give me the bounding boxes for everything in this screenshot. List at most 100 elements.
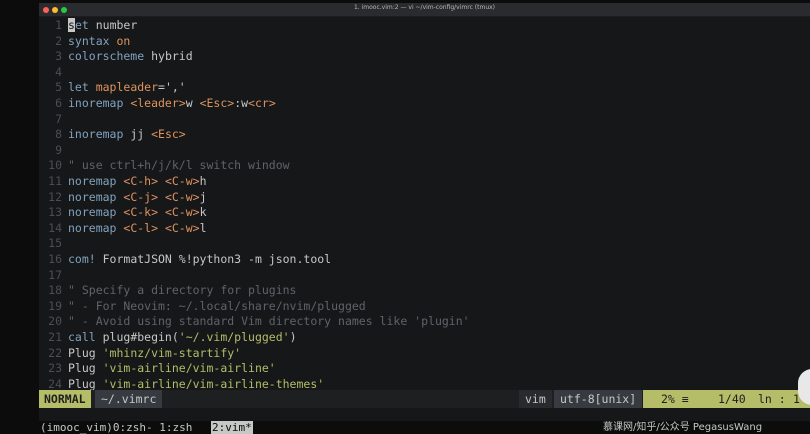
code-line[interactable]: 18 " Specify a directory for plugins bbox=[39, 283, 810, 299]
code-line[interactable]: 8 inoremap jj <Esc> bbox=[39, 127, 810, 143]
line-text: Plug 'mhinz/vim-startify' bbox=[68, 346, 241, 362]
line-number: 9 bbox=[55, 142, 62, 157]
code-token: 'mhinz/vim-startify' bbox=[102, 345, 242, 360]
code-token: <C-h> bbox=[123, 174, 159, 188]
code-token: =',' bbox=[158, 80, 186, 95]
line-number: 12 bbox=[48, 189, 62, 204]
line-number: 4 bbox=[55, 64, 62, 79]
code-token: h bbox=[199, 174, 207, 188]
code-line[interactable]: 9 bbox=[39, 143, 810, 159]
tmux-session-windows[interactable]: (imooc_vim)0:zsh- 1:zsh bbox=[40, 421, 199, 434]
line-number: 6 bbox=[55, 96, 62, 110]
line-number: 2 bbox=[55, 33, 62, 48]
code-line[interactable]: 10 " use ctrl+h/j/k/l switch window bbox=[39, 158, 810, 174]
line-text: Plug 'vim-airline/vim-airline' bbox=[68, 361, 276, 377]
code-token: call bbox=[68, 330, 103, 344]
line-number: 20 bbox=[48, 314, 62, 329]
code-token: <C-w> bbox=[164, 189, 200, 204]
code-token: <C-k> bbox=[123, 205, 159, 220]
code-line[interactable]: 3 colorscheme hybrid bbox=[39, 49, 810, 65]
code-token: l bbox=[199, 220, 207, 235]
line-text: noremap <C-l> <C-w>l bbox=[68, 221, 207, 237]
line-text: noremap <C-k> <C-w>k bbox=[68, 205, 207, 221]
code-token: <leader> bbox=[130, 96, 186, 110]
code-line[interactable]: 12 noremap <C-j> <C-w>j bbox=[39, 190, 810, 206]
screen: 1. imooc.vim:2 — vi ~/vim-config/vimrc (… bbox=[0, 0, 810, 434]
code-token: plug#begin( bbox=[102, 330, 179, 344]
code-line[interactable]: 4 bbox=[39, 65, 810, 81]
code-line[interactable]: 7 bbox=[39, 112, 810, 128]
code-line[interactable]: 21 call plug#begin('~/.vim/plugged') bbox=[39, 330, 810, 346]
code-line[interactable]: 13 noremap <C-k> <C-w>k bbox=[39, 205, 810, 221]
code-token: '~/.vim/plugged' bbox=[178, 330, 290, 344]
code-token: <C-j> bbox=[123, 189, 159, 204]
code-token: jj bbox=[130, 127, 152, 142]
code-token: Plug bbox=[68, 361, 103, 376]
code-token: inoremap bbox=[68, 96, 131, 110]
code-line[interactable]: 6 inoremap <leader>w <Esc>:w<cr> bbox=[39, 96, 810, 112]
line-text: noremap <C-h> <C-w>h bbox=[68, 174, 207, 190]
line-number: 11 bbox=[48, 174, 62, 188]
line-number: 18 bbox=[48, 283, 62, 298]
code-token: com! bbox=[68, 252, 103, 266]
code-token: <C-w> bbox=[164, 205, 200, 220]
line-number: 1 bbox=[55, 18, 62, 32]
code-token: 'vim-airline/vim-airline' bbox=[102, 361, 276, 376]
code-line[interactable]: 19 " - For Neovim: ~/.local/share/nvim/pl… bbox=[39, 299, 810, 315]
code-token: colorscheme bbox=[68, 49, 152, 64]
code-line[interactable]: 1 set number bbox=[39, 18, 810, 34]
code-line[interactable]: 11 noremap <C-h> <C-w>h bbox=[39, 174, 810, 190]
code-token: Plug bbox=[68, 345, 103, 360]
code-token: j bbox=[199, 189, 207, 204]
code-line[interactable]: 15 bbox=[39, 236, 810, 252]
code-line[interactable]: 5 let mapleader=',' bbox=[39, 80, 810, 96]
code-token: syntax bbox=[68, 33, 117, 48]
line-text: call plug#begin('~/.vim/plugged') bbox=[68, 330, 297, 346]
file-type: vim bbox=[519, 390, 552, 408]
line-number: 13 bbox=[48, 205, 62, 220]
code-token: <Esc> bbox=[151, 127, 186, 142]
code-token: " use ctrl+h/j/k/l switch window bbox=[68, 158, 290, 173]
code-token: <C-w> bbox=[164, 174, 200, 188]
line-text: " - For Neovim: ~/.local/share/nvim/plug… bbox=[68, 299, 366, 315]
code-line[interactable]: 17 bbox=[39, 268, 810, 284]
line-text: inoremap jj <Esc> bbox=[68, 127, 186, 143]
code-line[interactable]: 20 " - Avoid using standard Vim directory… bbox=[39, 314, 810, 330]
line-number: 16 bbox=[48, 252, 62, 266]
code-line[interactable]: 23 Plug 'vim-airline/vim-airline' bbox=[39, 361, 810, 377]
code-token: <Esc> bbox=[199, 96, 235, 110]
line-number: 8 bbox=[55, 127, 62, 142]
code-token: <C-l> bbox=[123, 220, 159, 235]
line-text: " use ctrl+h/j/k/l switch window bbox=[68, 158, 290, 174]
line-text: " - Avoid using standard Vim directory n… bbox=[68, 314, 470, 330]
file-name: ~/.vimrc bbox=[95, 390, 163, 408]
code-token: et bbox=[74, 18, 96, 32]
code-token: noremap bbox=[68, 205, 124, 220]
window-title: 1. imooc.vim:2 — vi ~/vim-config/vimrc (… bbox=[353, 4, 496, 11]
code-line[interactable]: 14 noremap <C-l> <C-w>l bbox=[39, 221, 810, 237]
code-line[interactable]: 2 syntax on bbox=[39, 34, 810, 50]
title-bar: 1. imooc.vim:2 — vi ~/vim-config/vimrc (… bbox=[39, 3, 810, 17]
code-line[interactable]: 22 Plug 'mhinz/vim-startify' bbox=[39, 346, 810, 362]
scroll-percent: 2% ≡ bbox=[661, 392, 689, 406]
code-token: let bbox=[68, 80, 96, 95]
code-token: noremap bbox=[68, 174, 124, 188]
code-token: noremap bbox=[68, 220, 124, 235]
code-token: ) bbox=[289, 330, 297, 344]
line-number: 22 bbox=[48, 345, 62, 360]
tmux-active-window[interactable]: 2:vim* bbox=[211, 421, 253, 434]
vim-editor-buffer[interactable]: 1 set number 2 syntax on 3 colorscheme hybrid… bbox=[39, 17, 810, 393]
code-token: inoremap bbox=[68, 127, 131, 142]
code-token: " - For Neovim: ~/.local/share/nvim/plug… bbox=[68, 298, 366, 313]
code-token: on bbox=[116, 33, 131, 48]
terminal-window: 1. imooc.vim:2 — vi ~/vim-config/vimrc (… bbox=[39, 3, 810, 421]
mode-indicator: NORMAL bbox=[39, 390, 91, 408]
code-line[interactable]: 16 com! FormatJSON %!python3 -m json.tool bbox=[39, 252, 810, 268]
line-text: inoremap <leader>w <Esc>:w<cr> bbox=[68, 96, 276, 112]
code-token: :w bbox=[234, 96, 249, 110]
code-token: " Specify a directory for plugins bbox=[68, 283, 297, 298]
